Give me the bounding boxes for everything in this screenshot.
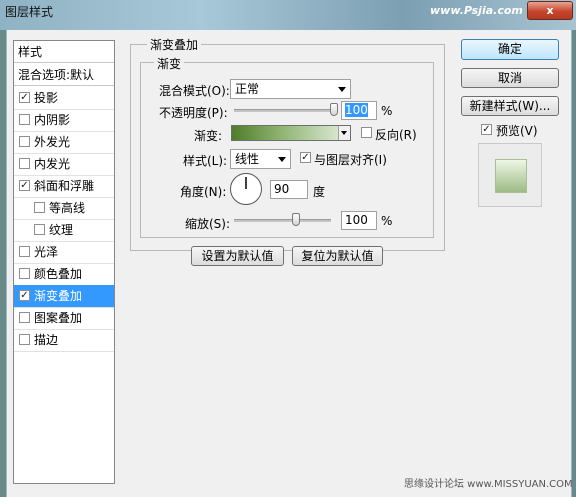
new-style-button[interactable]: 新建样式(W)... [461,96,559,116]
style-item-checkbox[interactable] [19,268,30,279]
blend-mode-select[interactable]: 正常 [230,79,351,99]
style-item-checkbox[interactable]: ✓ [19,92,30,103]
blend-options-item[interactable]: 混合选项:默认 [14,64,114,86]
style-item-label: 外发光 [34,135,71,149]
scale-unit: % [381,214,393,228]
opacity-unit: % [381,104,393,118]
style-preview [478,143,542,207]
reverse-label: 反向(R) [375,128,417,142]
scale-slider-thumb[interactable] [292,213,301,226]
style-item[interactable]: ✓ 渐变叠加 [14,285,114,308]
opacity-slider-track[interactable] [234,109,336,112]
gradient-preview-swatch[interactable] [232,126,338,140]
style-item[interactable]: 光泽 [14,241,114,264]
angle-dial-needle [245,177,247,189]
scale-slider-track[interactable] [234,219,331,222]
style-item-label: 图案叠加 [34,311,83,325]
title-bar: 图层样式 www.Psjia.com x [0,0,576,30]
set-default-button[interactable]: 设置为默认值 [191,246,284,266]
close-icon: x [546,4,554,17]
style-item[interactable]: 内发光 [14,153,114,176]
style-item-label: 颜色叠加 [34,267,83,281]
style-item[interactable]: 颜色叠加 [14,263,114,286]
cancel-button[interactable]: 取消 [461,68,559,88]
style-item-label: 斜面和浮雕 [34,179,95,193]
style-item-checkbox[interactable] [34,224,45,235]
style-item-checkbox[interactable] [19,312,30,323]
style-item-label: 光泽 [34,245,59,259]
angle-unit: 度 [313,185,326,199]
style-item[interactable]: 描边 [14,329,114,352]
style-item-checkbox[interactable]: ✓ [19,180,30,191]
style-item-checkbox[interactable] [19,158,30,169]
style-item-checkbox[interactable] [19,246,30,257]
style-preview-thumbnail [495,159,527,193]
style-item-checkbox[interactable]: ✓ [19,290,30,301]
style-item-label: 投影 [34,91,59,105]
panel-title: 渐变叠加 [147,36,202,53]
subgroup-title: 渐变 [154,55,185,72]
styles-header[interactable]: 样式 [14,41,114,63]
style-item-checkbox[interactable] [19,136,30,147]
style-item[interactable]: ✓ 投影 [14,87,114,110]
style-item-label: 描边 [34,333,59,347]
chevron-down-icon [278,157,286,162]
close-button[interactable]: x [527,1,573,20]
blend-mode-label: 混合模式(O): [159,84,230,98]
style-item-label: 等高线 [49,201,86,215]
preview-checkbox[interactable]: ✓ [481,124,492,135]
style-item[interactable]: 外发光 [14,131,114,154]
style-item-label: 渐变叠加 [34,289,83,303]
style-item[interactable]: ✓ 斜面和浮雕 [14,175,114,198]
footer-watermark: 思缘设计论坛 www.MISSYUAN.COM [404,479,573,490]
window-title: 图层样式 [5,5,54,19]
style-item-label: 内发光 [34,157,71,171]
align-with-layer-checkbox[interactable]: ✓ [300,152,311,163]
scale-label: 缩放(S): [185,217,231,231]
style-item-checkbox[interactable] [19,114,30,125]
style-item-label: 纹理 [49,223,74,237]
style-item-label: 内阴影 [34,113,71,127]
gradient-label: 渐变: [194,129,223,143]
opacity-slider-thumb[interactable] [330,103,338,116]
preview-label: 预览(V) [496,124,538,138]
chevron-down-icon [341,131,347,135]
header-watermark: www.Psjia.com [430,4,523,17]
style-item[interactable]: 图案叠加 [14,307,114,330]
style-item[interactable]: 内阴影 [14,109,114,132]
gradient-picker[interactable] [231,125,351,141]
angle-input[interactable]: 90 [270,180,308,199]
opacity-label: 不透明度(P): [159,106,228,120]
angle-label: 角度(N): [180,185,227,199]
gradient-dropdown-button[interactable] [338,126,350,140]
opacity-input[interactable]: 100 [341,101,377,120]
style-item-checkbox[interactable] [19,334,30,345]
scale-input[interactable]: 100 [341,211,377,230]
reset-default-button[interactable]: 复位为默认值 [292,246,383,266]
style-select[interactable]: 线性 [230,149,291,169]
align-with-layer-label: 与图层对齐(I) [314,153,387,167]
styles-list: 样式 混合选项:默认 ✓ 投影内阴影外发光内发光 ✓ 斜面和浮雕等高线纹理光泽颜色叠加… [13,40,115,484]
style-item-checkbox[interactable] [34,202,45,213]
style-item[interactable]: 纹理 [14,219,114,242]
angle-dial[interactable] [230,173,262,205]
chevron-down-icon [338,87,346,92]
style-item[interactable]: 等高线 [14,197,114,220]
ok-button[interactable]: 确定 [461,39,559,60]
reverse-checkbox[interactable] [361,127,372,138]
style-label: 样式(L): [183,154,228,168]
